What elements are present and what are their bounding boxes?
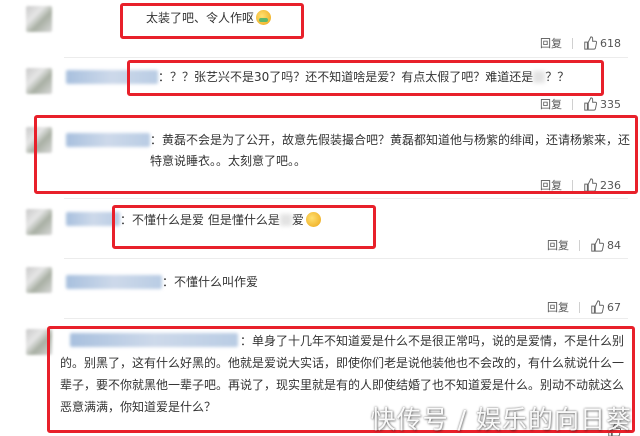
avatar[interactable]: [26, 267, 52, 293]
username-blurred[interactable]: [66, 212, 120, 226]
divider: [572, 179, 573, 191]
comment-actions: 回复 84: [547, 237, 621, 253]
comment-text: ：不懂什么是爱 但是懂什么是爱: [120, 210, 321, 231]
comment-actions: 回复 335: [540, 96, 621, 112]
username-blurred[interactable]: [66, 275, 162, 289]
divider: [579, 301, 580, 313]
like-button[interactable]: 67: [590, 300, 621, 314]
like-count: 335: [600, 97, 621, 111]
thumbs-up-icon: [584, 178, 597, 192]
comment-actions: 回复 67: [547, 299, 621, 315]
comment-item: 太装了吧、令人作呕 回复 618: [0, 0, 640, 56]
like-button[interactable]: 84: [590, 238, 621, 252]
blurred-text: [533, 71, 546, 83]
comment-item: ：？？张艺兴不是30了吗？还不知道啥是爱？有点太假了吧？难道还是？？ 回复 33…: [0, 58, 640, 116]
reply-button[interactable]: 回复: [547, 299, 569, 315]
comment-text: ：？？张艺兴不是30了吗？还不知道啥是爱？有点太假了吧？难道还是？？: [158, 70, 570, 84]
comment-item: ：不懂什么叫作爱 回复 67: [0, 259, 640, 315]
like-count: 236: [600, 178, 621, 192]
like-button[interactable]: 236: [583, 178, 621, 192]
comment-item: ：不懂什么是爱 但是懂什么是爱 回复 84: [0, 199, 640, 257]
like-button[interactable]: 618: [583, 36, 621, 50]
divider: [572, 98, 573, 110]
avatar[interactable]: [26, 209, 52, 235]
username-blurred[interactable]: [66, 133, 150, 147]
smirk-face-emoji-icon: [305, 212, 321, 227]
thumbs-up-icon: [584, 97, 597, 111]
comment-actions: 回复 236: [540, 177, 621, 193]
username-blurred[interactable]: [66, 70, 158, 84]
avatar[interactable]: [26, 329, 52, 355]
thumbs-up-icon: [591, 300, 604, 314]
thumbs-up-icon: [584, 36, 597, 50]
divider: [572, 37, 573, 49]
avatar[interactable]: [26, 6, 52, 32]
reply-button[interactable]: 回复: [540, 35, 562, 51]
divider: [579, 239, 580, 251]
reply-button[interactable]: 回复: [540, 96, 562, 112]
like-count: 618: [600, 36, 621, 50]
like-count: 84: [607, 238, 621, 252]
like-count: 67: [607, 300, 621, 314]
reply-button[interactable]: 回复: [540, 177, 562, 193]
reply-button[interactable]: 回复: [547, 237, 569, 253]
comment-text: ：黄磊不会是为了公开，故意先假装撮合吧？黄磊都知道他与杨紫的绯闻，还请杨紫来，还…: [150, 133, 631, 168]
avatar[interactable]: [26, 127, 52, 153]
like-button[interactable]: 335: [583, 97, 621, 111]
avatar[interactable]: [26, 68, 52, 94]
watermark: 快传号 / 娱乐的向日葵: [370, 405, 632, 434]
comment-text: ：不懂什么叫作爱: [162, 275, 259, 289]
comment-text: 太装了吧、令人作呕: [146, 8, 272, 29]
sick-face-emoji-icon: [256, 10, 272, 25]
comment-actions: 回复 618: [540, 35, 621, 51]
comment-item: ：黄磊不会是为了公开，故意先假装撮合吧？黄磊都知道他与杨紫的绯闻，还请杨紫来，还…: [0, 117, 640, 197]
blurred-text: [279, 214, 292, 226]
thumbs-up-icon: [591, 238, 604, 252]
